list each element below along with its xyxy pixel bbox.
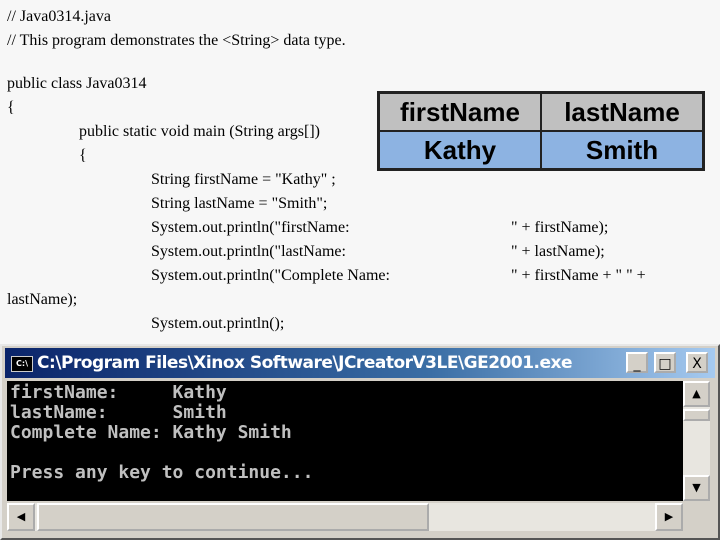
console-output: firstName: Kathy lastName: Smith Complet… xyxy=(7,381,683,501)
scroll-left-icon[interactable]: ◀ xyxy=(7,503,35,531)
code-line: " + lastName); xyxy=(511,243,605,260)
scroll-down-icon[interactable]: ▼ xyxy=(683,475,710,501)
code-line: lastName); xyxy=(7,291,78,308)
vertical-scrollbar[interactable]: ▲ ▼ xyxy=(683,381,710,501)
scroll-thumb[interactable] xyxy=(683,409,710,421)
maximize-button[interactable]: □ xyxy=(654,352,676,373)
console-icon: C:\ xyxy=(11,356,33,372)
code-line: public static void main (String args[]) xyxy=(79,123,320,140)
code-line: { xyxy=(79,147,87,164)
window-title: C:\Program Files\Xinox Software\JCreator… xyxy=(37,353,573,373)
minimize-button[interactable]: _ xyxy=(626,352,648,373)
code-line: public class Java0314 xyxy=(7,75,147,92)
scroll-thumb-horizontal[interactable] xyxy=(37,503,429,531)
console-window: C:\ C:\Program Files\Xinox Software\JCre… xyxy=(0,344,720,540)
scroll-right-icon[interactable]: ▶ xyxy=(655,503,683,531)
code-line: System.out.println(); xyxy=(151,315,285,332)
header-firstname: firstName xyxy=(377,91,542,132)
scroll-up-icon[interactable]: ▲ xyxy=(683,381,710,407)
horizontal-scrollbar[interactable]: ◀ ▶ xyxy=(7,503,683,531)
close-button[interactable]: X xyxy=(686,352,708,373)
code-comment-2: // This program demonstrates the <String… xyxy=(7,32,346,49)
header-lastname: lastName xyxy=(540,91,705,132)
code-comment-1: // Java0314.java xyxy=(7,8,111,25)
code-line: " + firstName); xyxy=(511,219,609,236)
memory-table: firstName lastName Kathy Smith xyxy=(377,91,705,171)
value-firstname: Kathy xyxy=(377,130,542,171)
code-line: " + firstName + " " + xyxy=(511,267,646,284)
code-line: String firstName = "Kathy" ; xyxy=(151,171,336,188)
code-line: { xyxy=(7,99,15,116)
code-line: System.out.println("lastName: xyxy=(151,243,346,260)
code-line: System.out.println("firstName: xyxy=(151,219,350,236)
value-lastname: Smith xyxy=(540,130,705,171)
code-line: String lastName = "Smith"; xyxy=(151,195,328,212)
title-bar[interactable]: C:\ C:\Program Files\Xinox Software\JCre… xyxy=(5,348,715,378)
code-line: System.out.println("Complete Name: xyxy=(151,267,390,284)
